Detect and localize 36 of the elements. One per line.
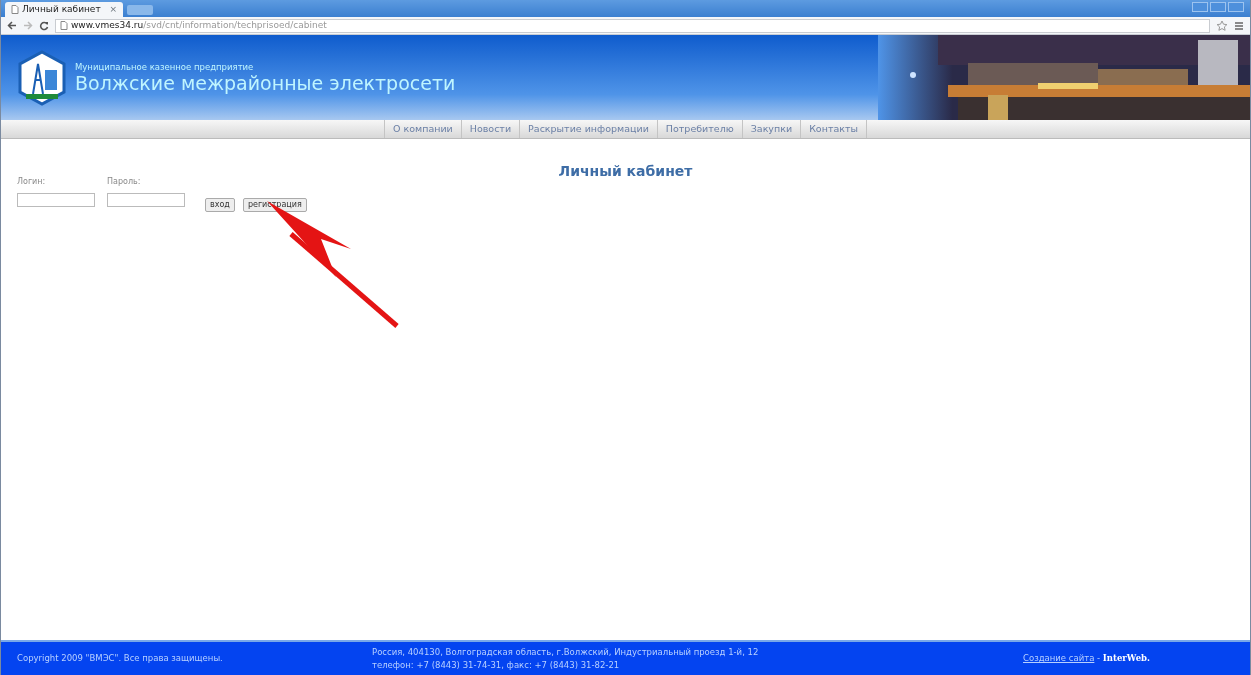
page-icon	[11, 5, 19, 14]
nav-link[interactable]: Потребителю	[656, 120, 742, 138]
logo-icon	[17, 49, 67, 106]
nav-link[interactable]: Раскрытие информации	[519, 120, 657, 138]
phone-text: телефон: +7 (8443) 31-74-31, факс: +7 (8443) 31-82-21	[372, 658, 621, 672]
nav-link[interactable]: Закупки	[741, 120, 801, 138]
company-title: Волжские межрайонные электросети	[75, 73, 456, 95]
nav-link[interactable]: Контакты	[800, 120, 868, 138]
browser-tab[interactable]: Личный кабинет ×	[5, 2, 123, 17]
address-text: Россия, 404130, Волгоградская область, г.Волжский, Индустриальный проезд 1-й, 12	[372, 645, 759, 659]
field-label: Пароль:	[107, 176, 142, 188]
maximize-button[interactable]	[1210, 2, 1226, 12]
input-field[interactable]	[107, 193, 185, 207]
site-creation-link[interactable]: Создание сайта	[1023, 653, 1095, 664]
close-button[interactable]	[1228, 2, 1244, 12]
company-subtitle: Муниципальное казенное предприятие	[75, 60, 255, 74]
reload-icon[interactable]	[39, 20, 49, 31]
input-field[interactable]	[17, 193, 95, 207]
field-label: Логин:	[17, 176, 47, 188]
copyright-text: Copyright 2009 "ВМЭС". Все права защищены.	[17, 652, 224, 665]
close-icon[interactable]: ×	[109, 2, 117, 17]
back-icon[interactable]	[7, 21, 17, 30]
page-title: Личный кабинет	[558, 163, 693, 179]
separator-text: -	[1097, 653, 1101, 664]
nav-link[interactable]: О компании	[383, 120, 461, 138]
page-icon	[60, 21, 68, 30]
minimize-button[interactable]	[1192, 2, 1208, 12]
nav-link[interactable]: Новости	[460, 120, 520, 138]
forward-icon[interactable]	[23, 21, 33, 30]
star-icon[interactable]	[1216, 19, 1228, 32]
address-bar[interactable]: www.vmes34.ru/svd/cnt/information/techprisoed/cabinet	[55, 18, 1210, 33]
tab-title: Личный кабинет	[22, 2, 101, 16]
interweb-link[interactable]: InterWeb.	[1102, 653, 1150, 664]
new-tab-button[interactable]	[127, 5, 153, 15]
login-button[interactable]: вход	[205, 198, 235, 212]
menu-icon[interactable]	[1234, 20, 1244, 31]
